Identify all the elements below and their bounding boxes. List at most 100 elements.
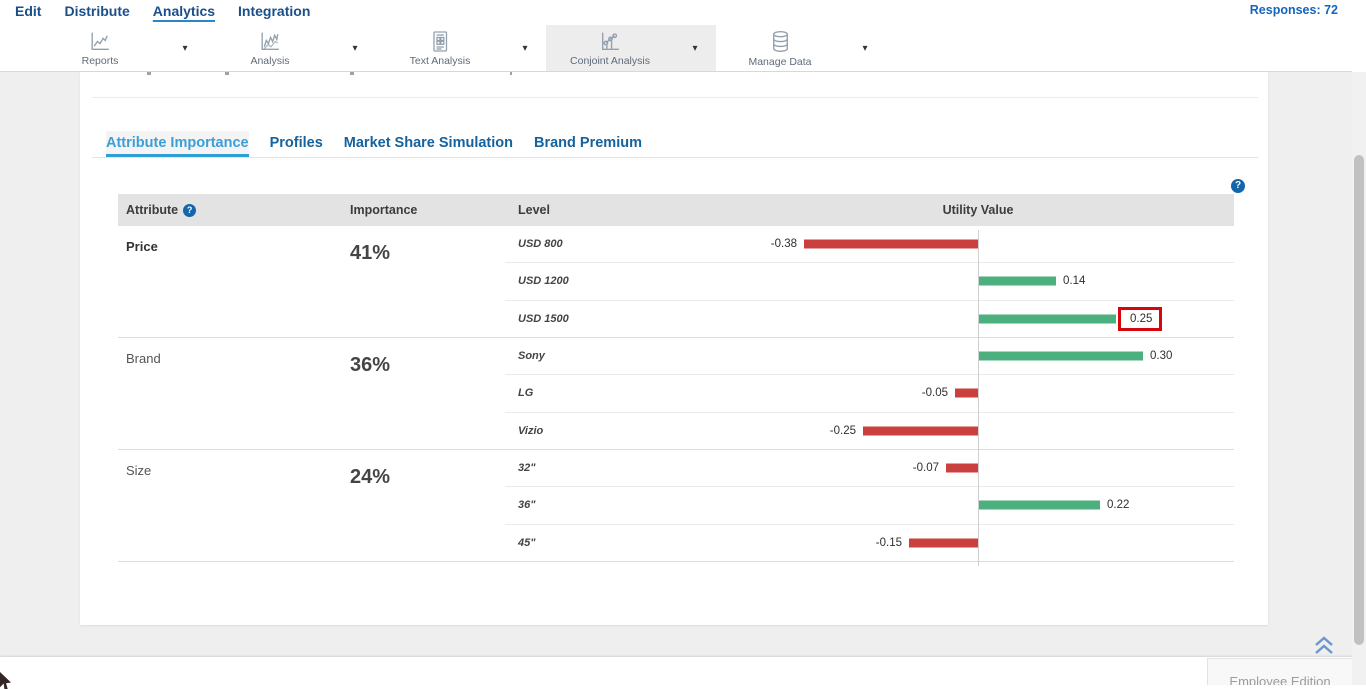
importance-value: 41% xyxy=(335,226,505,337)
chevron-down-icon: ▾ xyxy=(182,43,187,54)
level-row-usd-800: USD 800 -0.38 xyxy=(505,226,1234,263)
utility-header-label: Utility Value xyxy=(943,203,1014,217)
importance-value: 24% xyxy=(335,450,505,561)
utility-value-label: -0.38 xyxy=(771,238,797,250)
clipped-text-fragment xyxy=(147,72,151,75)
table-header-row: Attribute ? Importance Level Utility Val… xyxy=(118,194,1234,226)
footer-bar xyxy=(0,657,1366,685)
toolbar-unit-analysis: Analysis ▾ xyxy=(206,25,376,71)
toolbar-unit-text-analysis: Text Analysis ▾ xyxy=(376,25,546,71)
chevron-down-icon: ▾ xyxy=(522,43,527,54)
chevron-down-icon: ▾ xyxy=(862,43,867,54)
conjoint-chart-icon xyxy=(597,29,623,54)
table-body: Price41%USD 800-0.38USD 12000.14USD 1500… xyxy=(118,226,1234,562)
nav-item-analytics[interactable]: Analytics xyxy=(153,0,215,20)
toolbar-button-text-analysis[interactable]: Text Analysis xyxy=(376,25,504,71)
nav-item-edit[interactable]: Edit xyxy=(15,0,41,20)
column-header-utility-value: Utility Value xyxy=(700,194,1234,226)
toolbar-button-label: Conjoint Analysis xyxy=(570,55,650,67)
utility-value-label: -0.07 xyxy=(913,462,939,474)
toolbar-button-reports[interactable]: Reports xyxy=(36,25,164,71)
attribute-name: Brand xyxy=(118,338,335,449)
level-label: Vizio xyxy=(518,425,543,437)
utility-bar xyxy=(909,538,978,547)
levels-chart: USD 800 -0.38 USD 1200 0.14 USD 15000.25 xyxy=(505,226,1234,337)
tab-attribute-importance[interactable]: Attribute Importance xyxy=(106,131,249,157)
column-header-level: Level xyxy=(505,203,700,217)
utility-value-label: 0.14 xyxy=(1063,275,1085,287)
utility-bar xyxy=(804,240,978,249)
levels-chart: 32" -0.07 36"0.22 45" -0.15 xyxy=(505,450,1234,561)
toolbar-button-label: Reports xyxy=(82,55,119,67)
tab-market-share-simulation[interactable]: Market Share Simulation xyxy=(344,131,513,157)
utility-value-label: -0.05 xyxy=(922,387,948,399)
level-label: USD 1200 xyxy=(518,275,569,287)
utility-bar xyxy=(979,352,1143,361)
tab-profiles[interactable]: Profiles xyxy=(270,131,323,157)
card-divider xyxy=(92,97,1258,98)
question-mark-icon[interactable]: ? xyxy=(1231,179,1245,193)
database-icon xyxy=(768,29,793,55)
reports-chart-icon xyxy=(87,29,113,54)
chevron-down-icon: ▾ xyxy=(692,43,697,54)
analytics-toolbar: Reports▾Analysis▾Text Analysis▾Conjoint … xyxy=(0,25,1352,72)
utility-value-highlighted: 0.25 xyxy=(1118,307,1162,331)
attribute-row-price: Price41%USD 800-0.38USD 12000.14USD 1500… xyxy=(118,226,1234,338)
toolbar-dropdown-caret-reports[interactable]: ▾ xyxy=(164,25,206,71)
utility-bar xyxy=(979,501,1100,510)
level-label: 32" xyxy=(518,462,535,474)
toolbar-button-analysis[interactable]: Analysis xyxy=(206,25,334,71)
scroll-to-top-button[interactable] xyxy=(1311,635,1337,657)
toolbar-button-label: Manage Data xyxy=(748,56,811,68)
level-row-vizio: Vizio -0.25 xyxy=(505,413,1234,449)
level-row-32: 32" -0.07 xyxy=(505,450,1234,487)
toolbar-dropdown-caret-conjoint-analysis[interactable]: ▾ xyxy=(674,25,716,71)
toolbar-dropdown-caret-text-analysis[interactable]: ▾ xyxy=(504,25,546,71)
level-row-usd-1500: USD 15000.25 xyxy=(505,301,1234,337)
attribute-header-label: Attribute xyxy=(126,203,178,217)
help-icon[interactable]: ? xyxy=(1231,175,1245,193)
zero-axis-line xyxy=(978,454,979,566)
toolbar-unit-manage-data: Manage Data ▾ xyxy=(716,25,886,71)
utility-value-label: -0.25 xyxy=(830,425,856,437)
level-label: USD 800 xyxy=(518,238,563,250)
content-card: Attribute Importance Profiles Market Share… xyxy=(80,72,1268,625)
zero-axis-line xyxy=(978,230,979,342)
clipped-text-fragment xyxy=(350,72,354,75)
utility-bar xyxy=(946,464,978,473)
toolbar-button-conjoint-analysis[interactable]: Conjoint Analysis xyxy=(546,25,674,71)
attribute-row-brand: Brand36%Sony0.30LG-0.05Vizio-0.25 xyxy=(118,338,1234,450)
conjoint-tabs: Attribute Importance Profiles Market Share… xyxy=(92,131,1258,158)
toolbar-dropdown-caret-analysis[interactable]: ▾ xyxy=(334,25,376,71)
chevron-down-icon: ▾ xyxy=(352,43,357,54)
edition-label: Employee Edition xyxy=(1229,674,1330,685)
level-label: 45" xyxy=(518,537,535,549)
level-label: 36" xyxy=(518,499,535,511)
clipped-text-fragment xyxy=(510,72,512,75)
toolbar-button-manage-data[interactable]: Manage Data xyxy=(716,25,844,71)
level-label: Sony xyxy=(518,350,545,362)
level-row-45: 45" -0.15 xyxy=(505,525,1234,561)
toolbar-unit-conjoint-analysis: Conjoint Analysis ▾ xyxy=(546,25,716,71)
tab-brand-premium[interactable]: Brand Premium xyxy=(534,131,642,157)
attribute-help-icon[interactable]: ? xyxy=(183,204,196,217)
nav-item-distribute[interactable]: Distribute xyxy=(64,0,129,20)
toolbar-button-label: Analysis xyxy=(250,55,289,67)
top-nav: Edit Distribute Analytics Integration Respo… xyxy=(0,0,1366,25)
nav-item-integration[interactable]: Integration xyxy=(238,0,310,20)
column-header-attribute: Attribute ? xyxy=(118,203,335,217)
utility-value-label: 0.30 xyxy=(1150,350,1172,362)
toolbar-unit-reports: Reports ▾ xyxy=(36,25,206,71)
toolbar-dropdown-caret-manage-data[interactable]: ▾ xyxy=(844,25,886,71)
utility-value-label: -0.15 xyxy=(876,537,902,549)
utility-bar xyxy=(979,314,1116,323)
column-header-importance: Importance xyxy=(335,203,505,217)
toolbar-button-label: Text Analysis xyxy=(410,55,471,67)
responses-count[interactable]: Responses: 72 xyxy=(1250,3,1338,17)
level-row-36: 36"0.22 xyxy=(505,487,1234,524)
clipped-text-fragment xyxy=(225,72,229,75)
utility-bar xyxy=(979,277,1056,286)
analysis-chart-icon xyxy=(257,29,283,54)
attribute-importance-table: Attribute ? Importance Level Utility Val… xyxy=(118,194,1234,562)
scrollbar-thumb[interactable] xyxy=(1354,155,1364,645)
